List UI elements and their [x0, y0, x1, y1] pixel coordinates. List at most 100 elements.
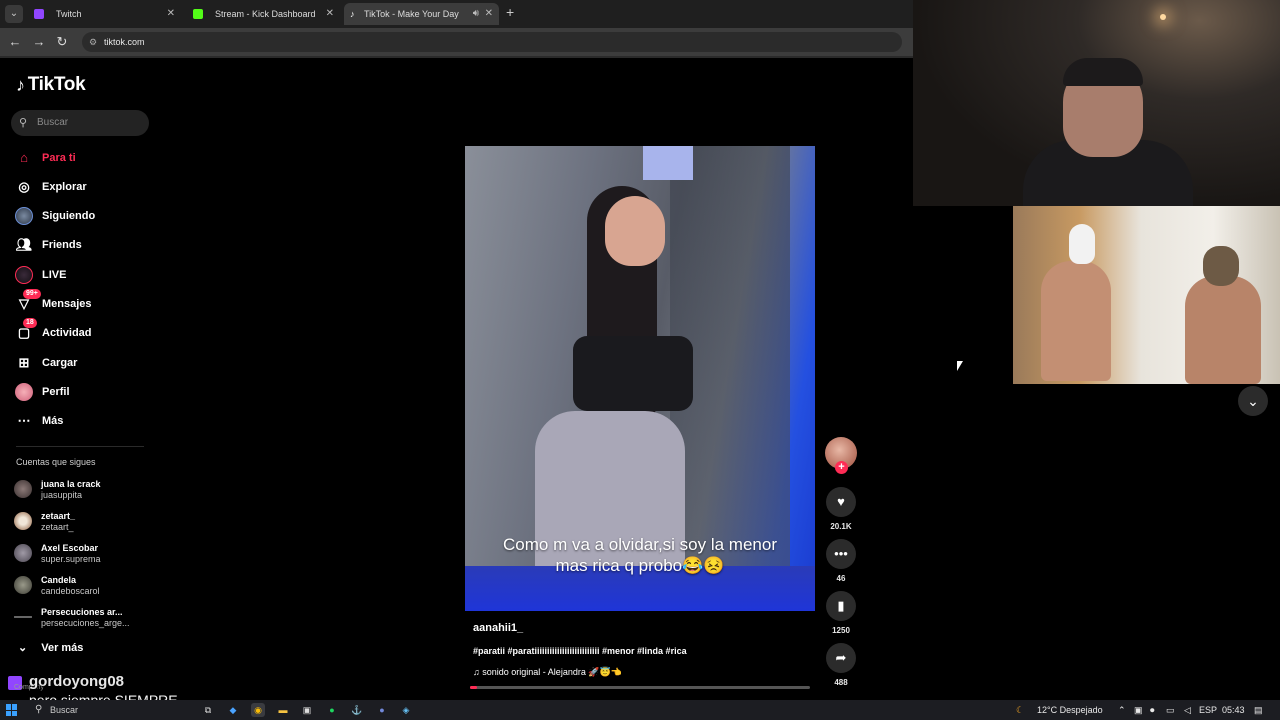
share-button[interactable]: ➦ [826, 643, 856, 673]
weather-text[interactable]: 12°C Despejado [1037, 700, 1103, 720]
nav-for-you[interactable]: ⌂ Para ti [14, 147, 76, 169]
nav-friends[interactable]: 👥︎ Friends [14, 234, 82, 256]
account-name: Candela [41, 574, 77, 585]
account-user: juasuppita [41, 489, 83, 500]
close-tab-icon[interactable]: ✕ [485, 3, 493, 25]
tab-twitch[interactable]: Twitch ✕ [26, 3, 181, 25]
store-icon[interactable]: ▣ [300, 703, 314, 717]
tab-kick-dashboard[interactable]: Stream - Kick Dashboard ✕ [185, 3, 340, 25]
discord-icon[interactable]: ● [375, 703, 389, 717]
back-icon[interactable]: ← [6, 33, 24, 51]
avatar [14, 608, 32, 626]
steam-icon[interactable]: ◈ [399, 703, 413, 717]
avatar [14, 576, 32, 594]
lamp-light [1160, 14, 1166, 20]
account-name: Persecuciones ar... [41, 606, 123, 617]
task-view-icon[interactable]: ⧉ [201, 703, 215, 717]
logo-text: TikTok [27, 74, 86, 95]
volume-icon[interactable]: ◁ [1184, 700, 1191, 720]
kick-favicon-icon [193, 9, 203, 19]
follow-plus-button[interactable]: + [835, 461, 848, 474]
speaker-icon[interactable]: 🔊︎ [473, 3, 479, 25]
nav-label: LIVE [42, 269, 67, 281]
comment-button[interactable]: ••• [826, 539, 856, 569]
following-account[interactable]: Candela candeboscarol [14, 572, 100, 598]
taskbar-search[interactable]: ⚲ Buscar [30, 702, 190, 718]
video-description[interactable]: #paratii #paratiiiiiiiiiiiiiiiiiiiiiiiii… [473, 646, 687, 656]
following-account[interactable]: Persecuciones ar... persecuciones_arge... [14, 604, 130, 630]
close-tab-icon[interactable]: ✕ [326, 3, 334, 25]
tab-title: TikTok - Make Your Day [364, 9, 459, 19]
chevron-down-icon: ⌄ [18, 642, 28, 654]
following-account[interactable]: juana la crack juasuppita [14, 476, 101, 502]
webcam-overlay [913, 0, 1280, 206]
copilot-icon[interactable]: ◆ [226, 703, 240, 717]
messages-badge: 99+ [23, 289, 41, 299]
stream-image-overlay [1013, 206, 1280, 384]
nav-live[interactable]: LIVE [14, 264, 66, 286]
spotify-icon[interactable]: ● [325, 703, 339, 717]
site-settings-icon[interactable]: ⚙ [89, 32, 97, 52]
following-account[interactable]: Axel Escobar super.suprema [14, 540, 101, 566]
tiktok-logo[interactable]: ♪ TikTok [16, 74, 86, 96]
video-sound[interactable]: ♫ sonido original - Alejandra 🚀😇👈 [473, 667, 622, 678]
nav-label: Cargar [42, 357, 78, 369]
downloader-icon[interactable]: ⚓ [350, 703, 364, 717]
save-button[interactable]: ▮ [826, 591, 856, 621]
avatar [14, 544, 32, 562]
microphone-icon[interactable]: ⏺ [1150, 700, 1155, 720]
next-video-button[interactable]: ⌄ [1238, 386, 1268, 416]
chevron-down-icon: ⌄ [1247, 393, 1259, 409]
overlay-person-left [1041, 261, 1111, 381]
weather-icon: ☾ [1016, 705, 1025, 715]
tab-tiktok[interactable]: ♪ TikTok - Make Your Day 🔊︎ ✕ [344, 3, 499, 25]
tiktok-note-icon: ♪ [16, 74, 25, 95]
nav-more[interactable]: ⋯ Más [14, 410, 64, 432]
close-tab-icon[interactable]: ✕ [167, 3, 175, 25]
following-icon [14, 206, 34, 226]
forward-icon[interactable]: → [30, 33, 48, 51]
following-account[interactable]: zetaart_ zetaart_ [14, 508, 75, 534]
heart-icon: ♥ [837, 494, 845, 509]
reload-icon[interactable]: ↻ [53, 33, 71, 51]
following-section-title: Cuentas que sigues [16, 457, 96, 467]
windows-start-icon[interactable] [6, 704, 18, 716]
video-progress-fill [470, 686, 477, 689]
chrome-icon[interactable]: ◉ [251, 703, 265, 717]
nav-explore[interactable]: ◎ Explorar [14, 176, 86, 198]
live-icon [14, 265, 34, 285]
nav-label: Perfil [42, 386, 70, 398]
nav-activity[interactable]: ▢ 18 Actividad [14, 318, 92, 344]
video-username[interactable]: aanahii1_ [473, 622, 523, 634]
nav-label: Actividad [42, 327, 92, 339]
mouse-cursor-icon [957, 361, 963, 371]
nav-upload[interactable]: ⊞ Cargar [14, 352, 78, 374]
browser-tab-bar: ⌄ Twitch ✕ Stream - Kick Dashboard ✕ ♪ T… [0, 0, 913, 28]
nav-profile[interactable]: Perfil [14, 381, 70, 403]
video-progress-bar[interactable] [470, 686, 810, 689]
new-tab-button[interactable]: + [506, 4, 514, 20]
url-field[interactable]: ⚙ tiktok.com [82, 32, 902, 52]
clock[interactable]: 05:43 [1222, 700, 1245, 720]
taskbar-search-label: Buscar [50, 705, 79, 715]
see-more-button[interactable]: ⌄ Ver más [18, 641, 83, 655]
more-icon: ⋯ [17, 413, 31, 428]
nav-following[interactable]: Siguiendo [14, 205, 95, 227]
tiktok-favicon-icon: ♪ [350, 9, 355, 19]
notifications-icon[interactable]: ▤ [1254, 700, 1263, 720]
streamer-hair [1063, 58, 1143, 86]
language-indicator[interactable]: ESP [1199, 700, 1217, 720]
search-input[interactable]: ⚲ Buscar [11, 110, 149, 136]
like-button[interactable]: ♥ [826, 487, 856, 517]
tray-app-icon[interactable]: ▣ [1134, 700, 1143, 720]
tab-list-button[interactable]: ⌄ [5, 5, 23, 23]
video-player[interactable]: Como m va a olvidar,si soy la menor mas … [465, 146, 815, 611]
tray-chevron-icon[interactable]: ⌃ [1118, 700, 1126, 720]
file-explorer-icon[interactable]: ▬ [276, 703, 290, 717]
nav-messages[interactable]: ▽ 99+ Mensajes [14, 289, 92, 315]
activity-icon: ▢ 18 [14, 318, 37, 343]
helmet-mask-icon [1203, 246, 1239, 286]
tab-title: Twitch [56, 9, 82, 19]
network-icon[interactable]: ▭ [1166, 700, 1175, 720]
caption-line: Como m va a olvidar,si soy la menor [503, 535, 777, 554]
